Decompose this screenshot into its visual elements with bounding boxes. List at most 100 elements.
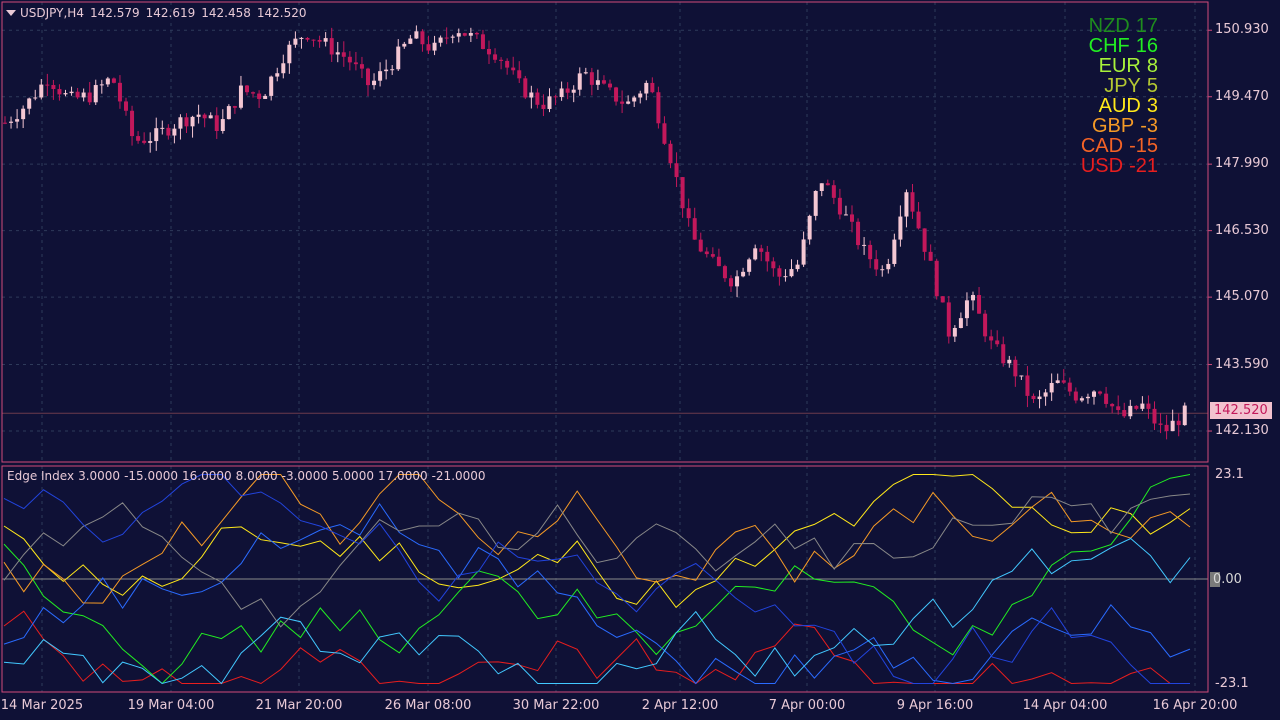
indicator-value: 8.0000 [235,469,278,483]
candle [892,233,897,267]
candle [366,67,370,97]
candle [148,132,153,153]
candle [601,75,606,85]
price-axis-label: 149.470 [1215,88,1269,104]
candle [1104,386,1109,408]
strength-currency: JPY [1104,75,1141,97]
candle [819,183,824,197]
candle [1049,373,1054,401]
time-axis-label: 19 Mar 04:00 [127,698,215,713]
candle [99,79,104,94]
candle [952,325,957,342]
candle [220,109,225,134]
candle [928,244,933,261]
indicator-value: 3.0000 [78,469,121,483]
candle [541,94,546,117]
candle [843,205,848,216]
candle [716,248,721,267]
candle [1152,401,1157,431]
indicator-axis-bottom: -23.1 [1215,676,1249,691]
candle [420,29,425,52]
indicator-line [3,474,1191,604]
candle [305,37,310,42]
candle [142,132,147,145]
candle [1098,390,1103,396]
candle [1176,413,1181,437]
high-value: 142.619 [145,6,196,20]
strength-value: 16 [1135,35,1158,57]
candle [190,115,195,138]
candle [208,112,213,119]
candle [396,39,401,71]
candle [886,258,891,274]
candle [287,40,292,74]
candle [511,56,516,75]
strength-row: GBP -3 [1092,116,1158,136]
candle [831,180,836,205]
candle [650,77,655,94]
candle [3,116,7,125]
time-axis-label: 16 Apr 20:00 [1152,698,1238,713]
indicator-value: 5.0000 [331,469,374,483]
price-axis-label: 145.070 [1215,289,1269,305]
price-axis-label: 147.990 [1215,156,1269,172]
candle [311,39,316,47]
candle [81,88,86,102]
candle [1019,375,1024,380]
candle [529,85,534,109]
chart-canvas[interactable] [0,0,1280,720]
indicator-value: 17.0000 [377,469,428,483]
strength-value: 5 [1146,75,1158,97]
candle [753,244,758,261]
symbol-label: USDJPY,H4 [20,6,84,20]
candle [995,330,1000,347]
candle [408,34,413,45]
candle [353,51,358,71]
candle [632,95,637,107]
candle [414,25,419,39]
candle [759,244,764,262]
strength-row: AUD 3 [1099,96,1158,116]
time-axis-label: 14 Mar 2025 [0,698,84,713]
indicator-axis-top: 23.1 [1215,467,1244,482]
price-axis-label: 142.130 [1215,423,1269,439]
time-axis-label: 30 Mar 22:00 [512,698,600,713]
candle [614,86,619,106]
candle [15,109,20,129]
collapse-triangle-icon[interactable] [6,10,16,16]
candle [722,264,727,282]
candle [105,76,110,87]
candle [1043,389,1048,406]
candle [21,105,26,129]
indicator-value: -15.0000 [124,469,179,483]
candle [1079,396,1084,403]
candle [293,31,298,48]
strength-row: CHF 16 [1089,36,1158,56]
candle [813,190,818,221]
candle [1182,402,1187,426]
candle [402,41,407,49]
strength-row: JPY 5 [1104,76,1158,96]
candle [432,35,437,56]
strength-row: USD -21 [1081,156,1158,176]
candle [214,107,219,139]
candle [245,84,249,96]
price-axis-label: 150.930 [1215,22,1269,38]
candle [474,31,479,39]
candle [729,275,733,293]
candle [299,37,304,49]
time-axis-label: 2 Apr 12:00 [641,698,719,713]
candle [378,62,383,87]
symbol-header: USDJPY,H4 142.579 142.619 142.458 142.520 [6,6,312,20]
candle [493,48,498,63]
candle [977,287,982,314]
candle [674,152,679,188]
indicator-value: -21.0000 [431,469,486,483]
candle [160,120,165,135]
candle [499,57,504,70]
strength-currency: CHF [1088,35,1130,57]
close-value: 142.520 [256,6,307,20]
time-axis-label: 7 Apr 00:00 [768,698,846,713]
candle [1140,396,1145,412]
candle [1134,405,1139,411]
